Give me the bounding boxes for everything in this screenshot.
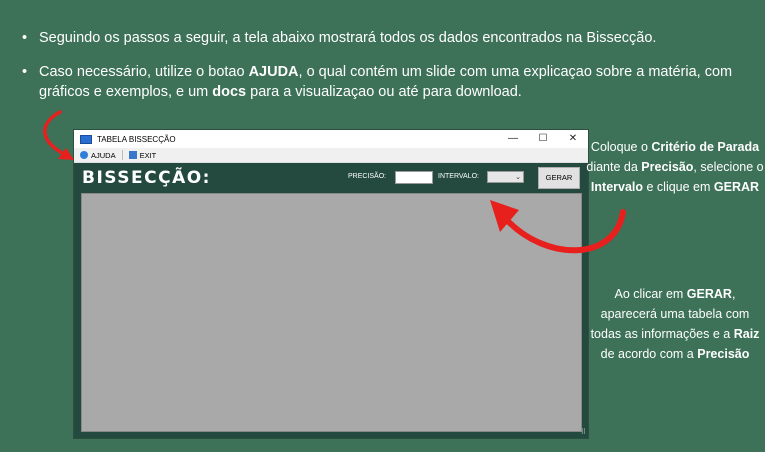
annotation-arrows [43, 110, 626, 254]
arrow-to-ajuda-icon [43, 110, 68, 157]
arrow-head-ajuda-icon [58, 148, 74, 160]
arrow-to-intervalo-icon [502, 209, 626, 254]
